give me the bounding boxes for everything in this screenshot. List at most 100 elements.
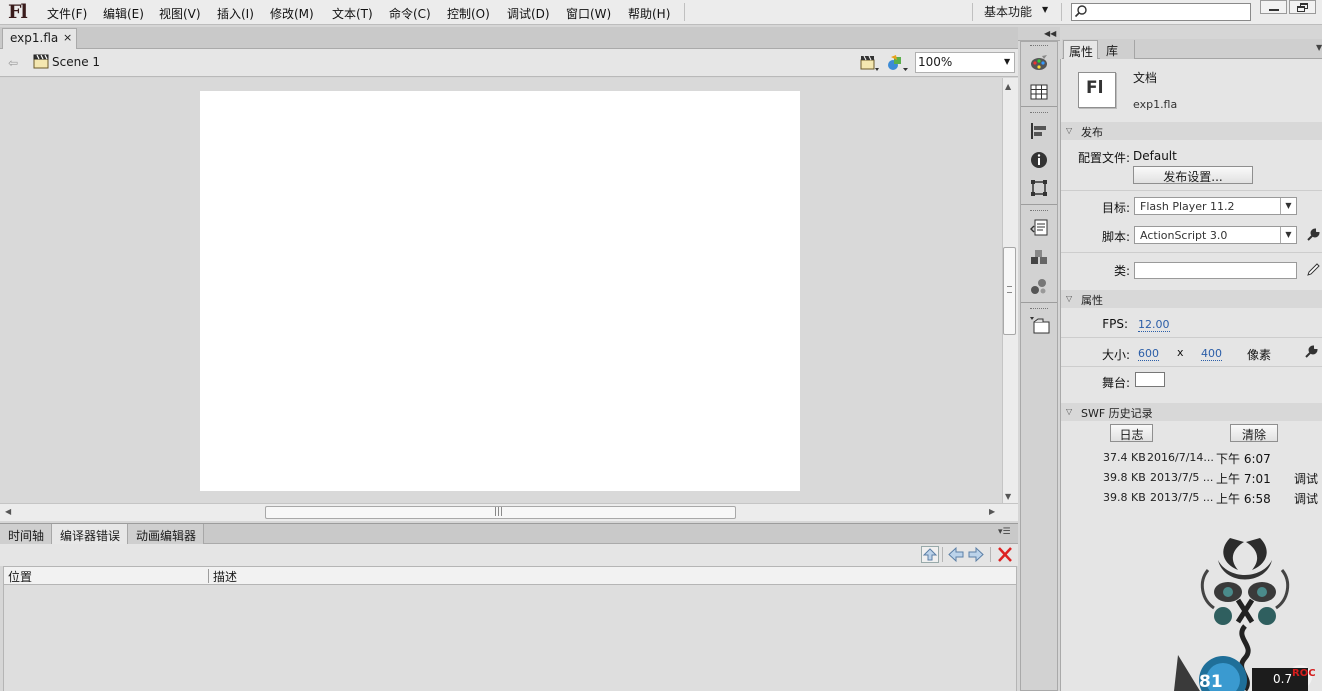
target-label: 目标:	[1101, 201, 1130, 215]
menu-file[interactable]: 文件(F)	[47, 5, 87, 22]
project-icon[interactable]	[1029, 316, 1051, 334]
height-value[interactable]: 400	[1201, 347, 1222, 361]
overlay-right-number: 0.7	[1273, 672, 1293, 686]
toolbar-divider	[942, 547, 943, 562]
scene-label[interactable]: Scene 1	[52, 55, 100, 69]
section-divider	[1061, 366, 1322, 367]
menu-help[interactable]: 帮助(H)	[628, 5, 670, 22]
script-label: 脚本:	[1101, 230, 1130, 244]
expand-triangle-icon[interactable]: ▽	[1066, 294, 1072, 303]
section-divider	[1061, 252, 1322, 253]
tab-compiler-errors[interactable]: 编译器错误	[52, 524, 128, 544]
document-type-label: 文档	[1133, 71, 1158, 85]
tab-library[interactable]: 库	[1100, 40, 1135, 59]
panel-menu-icon[interactable]: ▾☰	[998, 527, 1011, 537]
expand-triangle-icon[interactable]: ▽	[1066, 126, 1072, 135]
panel-menu-icon[interactable]: ▼	[1316, 43, 1322, 52]
search-input[interactable]	[1071, 3, 1251, 21]
edit-symbol-icon[interactable]	[887, 54, 909, 72]
target-select[interactable]: Flash Player 11.2	[1134, 197, 1297, 215]
wrench-icon[interactable]	[1306, 228, 1320, 242]
script-select[interactable]: ActionScript 3.0	[1134, 226, 1297, 244]
menu-view[interactable]: 视图(V)	[159, 5, 201, 22]
vertical-scroll-thumb[interactable]	[1003, 247, 1016, 335]
scroll-up-icon[interactable]: ▲	[1005, 82, 1011, 91]
menu-insert[interactable]: 插入(I)	[217, 5, 254, 22]
history-time: 上午 6:58	[1216, 492, 1271, 506]
menu-control[interactable]: 控制(O)	[447, 5, 490, 22]
error-list	[3, 585, 1017, 691]
error-toolbar	[0, 544, 1018, 566]
width-value[interactable]: 600	[1138, 347, 1159, 361]
menu-edit[interactable]: 编辑(E)	[103, 5, 144, 22]
grip-icon	[1030, 210, 1048, 213]
scroll-down-icon[interactable]: ▼	[1005, 492, 1011, 501]
grip-icon	[1030, 112, 1048, 115]
tab-motion-editor[interactable]: 动画编辑器	[128, 524, 204, 544]
swatches-icon[interactable]	[1030, 83, 1048, 101]
component-inspector-icon[interactable]	[1030, 277, 1048, 295]
column-divider[interactable]	[208, 569, 209, 583]
profile-value: Default	[1133, 149, 1177, 163]
swf-history-section-title: SWF 历史记录	[1081, 407, 1153, 420]
wrench-icon[interactable]	[1304, 345, 1318, 359]
column-header-position[interactable]: 位置	[8, 568, 32, 585]
history-tag: 调试	[1294, 472, 1319, 486]
strip-divider	[1021, 302, 1057, 303]
publish-settings-button[interactable]: 发布设置...	[1133, 166, 1253, 184]
menu-text[interactable]: 文本(T)	[332, 5, 373, 22]
column-header-description[interactable]: 描述	[213, 568, 237, 585]
clear-button[interactable]: 清除	[1230, 424, 1278, 442]
menu-divider	[1061, 3, 1062, 21]
scroll-left-icon[interactable]: ◀	[5, 507, 11, 516]
chevron-down-icon[interactable]: ▼	[1042, 5, 1048, 14]
menu-commands[interactable]: 命令(C)	[389, 5, 431, 22]
history-size: 39.8 KB	[1103, 471, 1146, 484]
close-icon[interactable]: ×	[63, 31, 72, 44]
overlay-badge: ROC	[1292, 668, 1316, 679]
menu-modify[interactable]: 修改(M)	[270, 5, 314, 22]
scroll-right-icon[interactable]: ▶	[989, 507, 995, 516]
class-input[interactable]	[1134, 262, 1297, 279]
stage-color-swatch[interactable]	[1135, 372, 1165, 387]
clear-icon[interactable]	[996, 546, 1014, 563]
pencil-icon[interactable]	[1306, 263, 1320, 277]
code-snippets-icon[interactable]	[1030, 219, 1048, 237]
chevron-down-icon[interactable]: ▼	[1280, 198, 1296, 214]
profile-label: 配置文件:	[1077, 151, 1130, 165]
color-palette-icon[interactable]	[1030, 54, 1048, 72]
transform-icon[interactable]	[1030, 179, 1048, 197]
restore-button[interactable]	[1289, 0, 1316, 14]
workspace-switcher[interactable]: 基本功能	[984, 3, 1032, 20]
chevron-down-icon[interactable]: ▼	[1280, 227, 1296, 243]
collapse-icon[interactable]: ◀◀	[1044, 29, 1056, 38]
error-table-header	[3, 566, 1017, 585]
menu-window[interactable]: 窗口(W)	[566, 5, 611, 22]
tab-timeline[interactable]: 时间轴	[0, 524, 52, 544]
align-icon[interactable]	[1030, 122, 1048, 140]
stage-color-label: 舞台:	[1101, 376, 1130, 390]
next-error-icon[interactable]	[967, 546, 985, 563]
grip-icon	[1007, 286, 1012, 293]
components-icon[interactable]	[1030, 248, 1048, 266]
strip-divider	[1021, 106, 1057, 107]
log-button[interactable]: 日志	[1110, 424, 1153, 442]
back-arrow-icon[interactable]: ⇦	[8, 56, 18, 70]
tab-properties[interactable]: 属性	[1063, 40, 1098, 59]
document-tab-bar	[0, 27, 1018, 49]
menu-debug[interactable]: 调试(D)	[507, 5, 550, 22]
edit-scene-icon[interactable]	[860, 54, 880, 72]
expand-triangle-icon[interactable]: ▽	[1066, 407, 1072, 416]
properties-section-title: 属性	[1081, 294, 1103, 307]
previous-error-icon[interactable]	[947, 546, 965, 563]
info-icon[interactable]	[1030, 151, 1048, 169]
minimize-button[interactable]	[1260, 0, 1287, 14]
chevron-down-icon[interactable]: ▼	[1004, 57, 1010, 66]
history-time: 上午 7:01	[1216, 472, 1271, 486]
go-to-source-icon[interactable]	[921, 546, 939, 563]
restore-icon-back	[1297, 6, 1305, 12]
fps-value[interactable]: 12.00	[1138, 318, 1170, 332]
class-label: 类:	[1113, 264, 1130, 278]
stage[interactable]	[200, 91, 800, 491]
section-divider	[1061, 337, 1322, 338]
